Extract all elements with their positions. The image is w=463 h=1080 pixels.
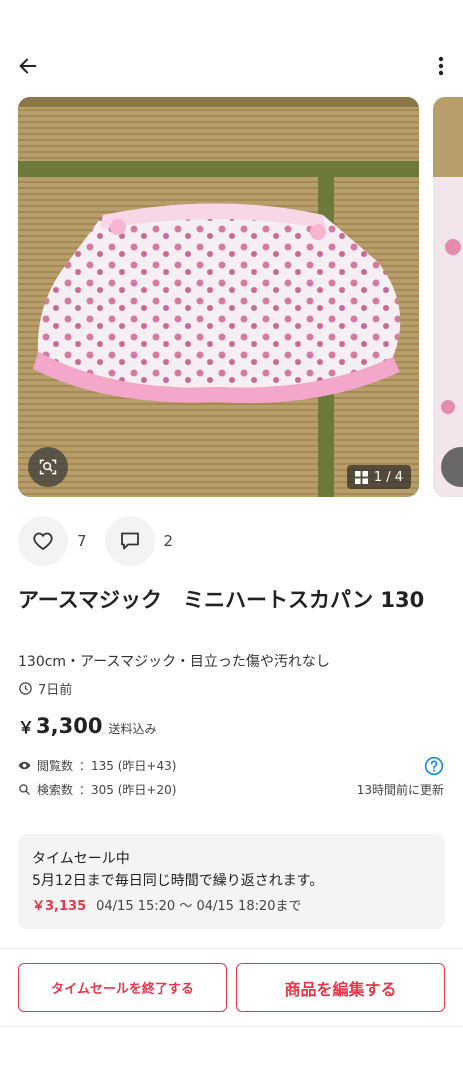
views-label: 閲覧数 bbox=[37, 759, 74, 773]
divider-top bbox=[0, 948, 463, 949]
search-icon bbox=[19, 784, 30, 795]
price-symbol: ￥ bbox=[18, 718, 35, 737]
price-amount: 3,300 bbox=[36, 714, 103, 738]
product-subtitle: 130cm・アースマジック・目立った傷や汚れなし bbox=[18, 654, 330, 670]
comment-count: 2 bbox=[163, 532, 174, 550]
product-photo[interactable]: 1 / 4 bbox=[18, 97, 419, 497]
back-button[interactable] bbox=[14, 52, 42, 80]
comment-icon bbox=[120, 532, 139, 550]
help-icon[interactable] bbox=[424, 756, 444, 776]
edit-product-button[interactable]: 商品を編集する bbox=[236, 963, 445, 1012]
product-price: ￥ 3,300 送料込み bbox=[18, 714, 156, 738]
sale-period: 04/15 15:20 〜 04/15 18:20まで bbox=[96, 899, 302, 914]
updated-time: 13時間前に更新 bbox=[356, 783, 444, 797]
arrow-left-icon bbox=[19, 58, 37, 74]
searches-label: 検索数 bbox=[37, 783, 74, 797]
image-counter-text: 1 / 4 bbox=[373, 469, 403, 485]
comment-button[interactable] bbox=[104, 516, 155, 566]
image-gallery[interactable]: 1 / 4 bbox=[18, 97, 463, 498]
sale-title: タイムセール中 bbox=[32, 851, 130, 867]
more-options-button[interactable] bbox=[433, 52, 449, 80]
engagement-bar: 7 2 bbox=[18, 516, 191, 566]
searches-value: ：305 (昨日+20) bbox=[79, 783, 177, 797]
product-title: アースマジック ミニハートスカパン 130 bbox=[18, 588, 425, 612]
views-value: ：135 (昨日+43) bbox=[79, 759, 177, 773]
eye-icon bbox=[18, 761, 31, 770]
grid-icon bbox=[354, 470, 368, 484]
divider-bottom bbox=[0, 1026, 463, 1027]
next-photo-image bbox=[433, 97, 463, 497]
end-sale-button[interactable]: タイムセールを終了する bbox=[18, 963, 227, 1012]
image-zoom-button[interactable] bbox=[28, 447, 68, 487]
skirt-photo-image bbox=[18, 97, 419, 497]
top-bar bbox=[0, 48, 463, 84]
time-sale-panel: タイムセール中 5月12日まで毎日同じ時間で繰り返されます。 ￥3,135 04… bbox=[18, 834, 445, 929]
posted-time-text: 7日前 bbox=[38, 683, 73, 698]
sale-price: ￥3,135 bbox=[32, 899, 87, 914]
like-button[interactable] bbox=[18, 516, 68, 566]
searches-stat: 検索数 ：305 (昨日+20) bbox=[18, 781, 176, 798]
views-stat: 閲覧数 ：135 (昨日+43) bbox=[18, 757, 176, 774]
shipping-note: 送料込み bbox=[108, 722, 157, 736]
clock-icon bbox=[19, 682, 32, 695]
sale-details: ￥3,135 04/15 15:20 〜 04/15 18:20まで bbox=[32, 895, 431, 914]
image-counter: 1 / 4 bbox=[346, 465, 411, 489]
sale-description: 5月12日まで毎日同じ時間で繰り返されます。 bbox=[32, 873, 324, 889]
more-vertical-icon bbox=[438, 56, 444, 76]
posted-time: 7日前 bbox=[18, 679, 72, 698]
image-search-icon bbox=[39, 459, 57, 475]
like-count: 7 bbox=[77, 532, 87, 550]
heart-icon bbox=[33, 532, 53, 550]
next-product-photo[interactable] bbox=[433, 97, 463, 497]
